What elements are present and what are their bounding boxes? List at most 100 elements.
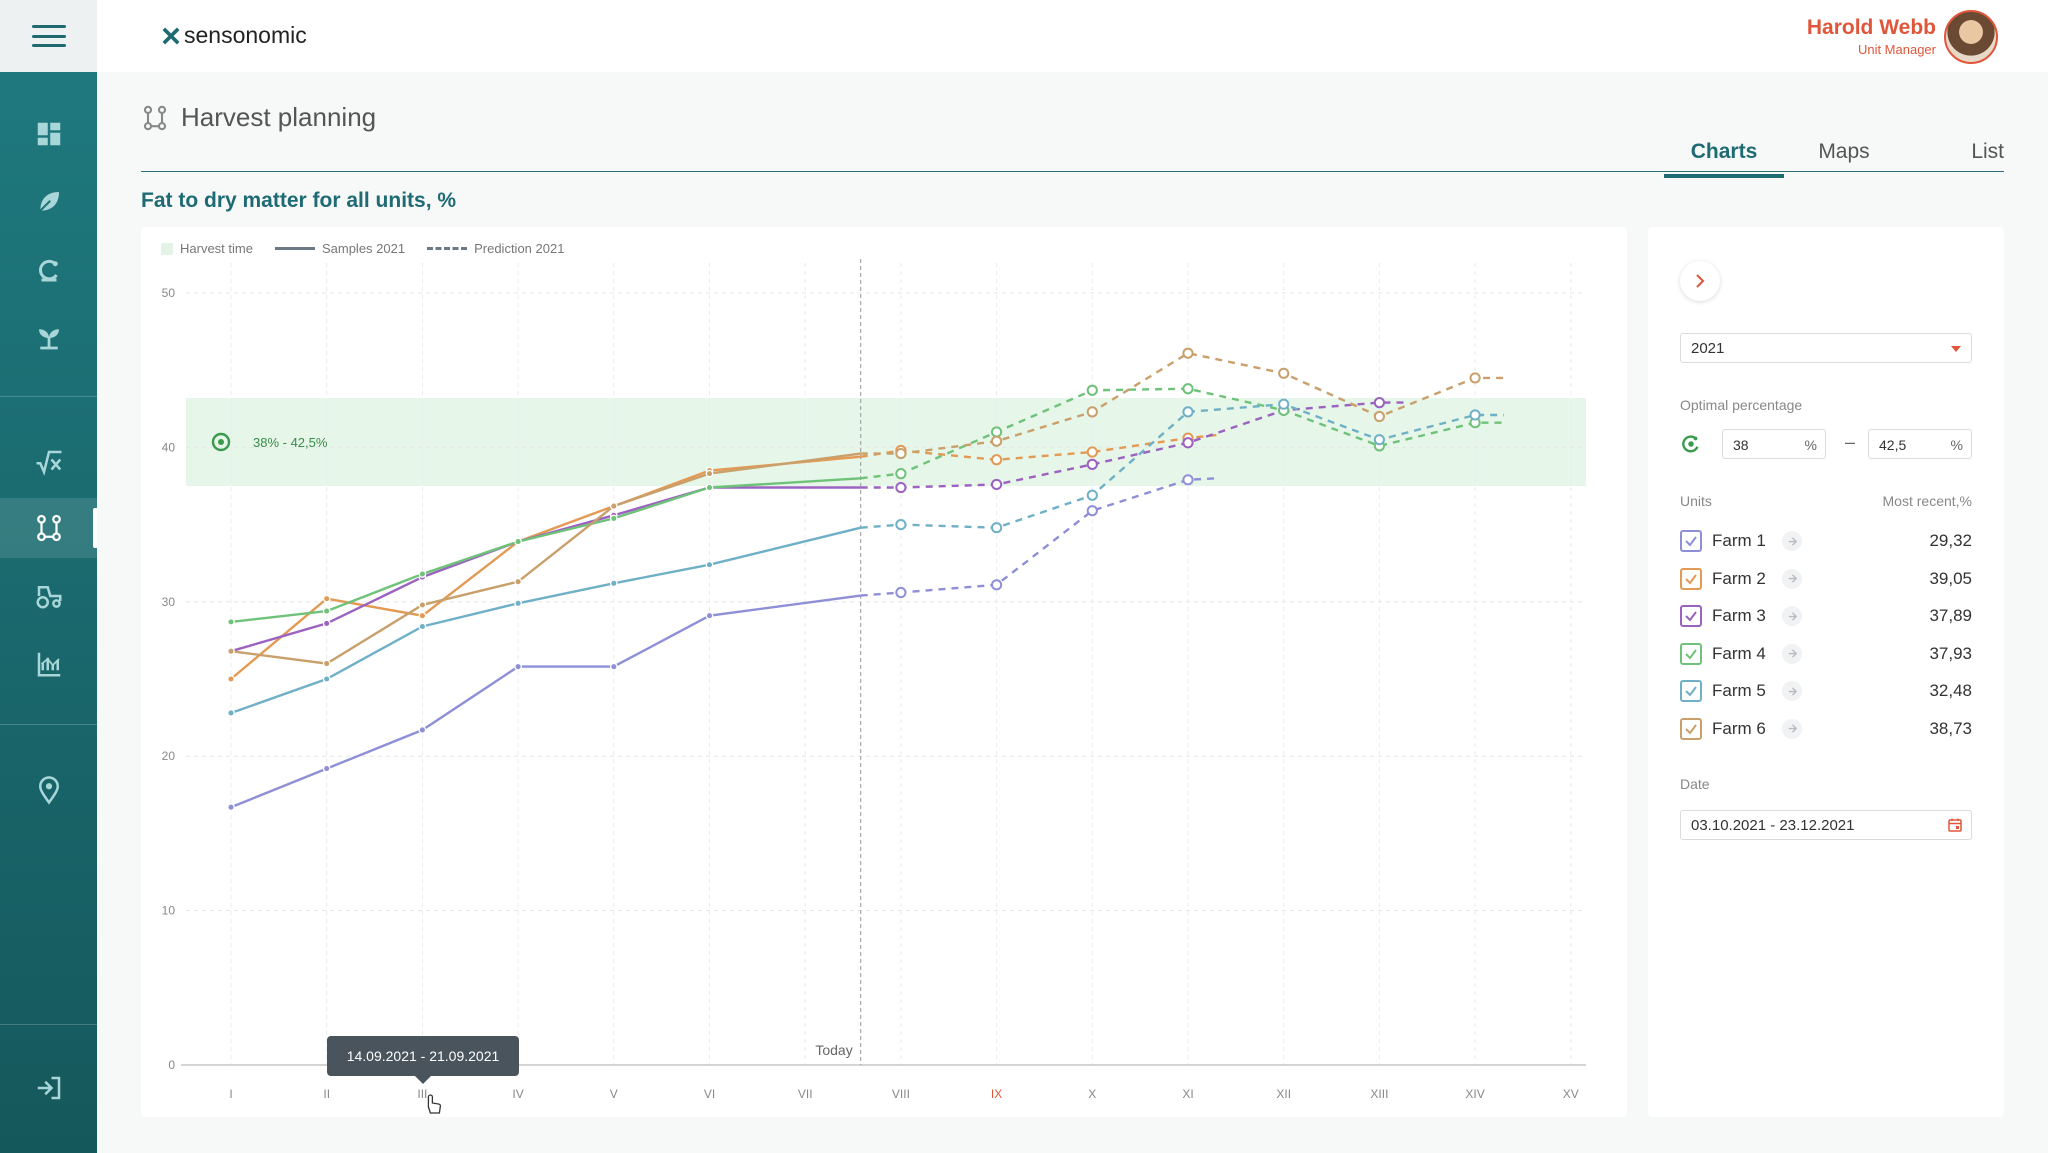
prediction-point[interactable] xyxy=(991,426,1003,438)
plant-icon[interactable] xyxy=(0,308,97,368)
prediction-point[interactable] xyxy=(1373,434,1386,446)
unit-checkbox[interactable] xyxy=(1680,605,1702,627)
formula-icon[interactable] xyxy=(0,432,97,492)
calendar-icon[interactable] xyxy=(1947,817,1963,833)
series-line-samples[interactable] xyxy=(230,455,861,680)
menu-icon[interactable] xyxy=(31,25,66,47)
sample-point[interactable] xyxy=(227,675,235,683)
prediction-point[interactable] xyxy=(1373,410,1386,423)
date-range-input[interactable]: 03.10.2021 - 23.12.2021 xyxy=(1680,810,1972,840)
legend-harvest[interactable]: Harvest time xyxy=(161,241,253,256)
leaf-icon[interactable] xyxy=(0,172,97,232)
prediction-point[interactable] xyxy=(1182,383,1194,395)
sample-point[interactable] xyxy=(705,483,714,492)
prediction-point[interactable] xyxy=(1086,489,1098,501)
sample-point[interactable] xyxy=(418,601,427,609)
tab-maps[interactable]: Maps xyxy=(1784,140,1904,178)
sample-point[interactable] xyxy=(227,647,235,656)
prediction-point[interactable] xyxy=(1373,397,1386,409)
arrow-right-icon[interactable] xyxy=(1782,643,1802,664)
prediction-point[interactable] xyxy=(1182,347,1194,359)
sample-point[interactable] xyxy=(227,709,235,717)
prediction-point[interactable] xyxy=(895,468,907,480)
sample-point[interactable] xyxy=(514,537,522,546)
prediction-point[interactable] xyxy=(991,579,1003,591)
prediction-point[interactable] xyxy=(991,454,1003,466)
prediction-point[interactable] xyxy=(1086,458,1098,470)
harvest-icon[interactable] xyxy=(0,240,97,300)
prediction-point[interactable] xyxy=(1086,406,1098,418)
arrow-right-icon[interactable] xyxy=(1782,718,1802,739)
sample-point[interactable] xyxy=(609,662,618,671)
prediction-point[interactable] xyxy=(991,478,1003,491)
arrow-right-icon[interactable] xyxy=(1782,681,1802,701)
location-icon[interactable] xyxy=(0,760,97,820)
sample-point[interactable] xyxy=(609,502,618,510)
sample-point[interactable] xyxy=(705,611,714,620)
prediction-point[interactable] xyxy=(1469,372,1481,384)
unit-row[interactable]: Farm 2 39,05 xyxy=(1680,565,1972,593)
arrow-right-icon[interactable] xyxy=(1782,531,1802,551)
sample-point[interactable] xyxy=(705,469,714,478)
sample-point[interactable] xyxy=(514,599,522,608)
user-name[interactable]: Harold Webb xyxy=(1807,16,1936,40)
sample-point[interactable] xyxy=(514,662,522,671)
optimal-min-input[interactable]: 38 % xyxy=(1722,429,1826,459)
sample-point[interactable] xyxy=(322,607,331,615)
sample-point[interactable] xyxy=(322,619,331,628)
dashboard-icon[interactable] xyxy=(0,104,97,164)
arrow-right-icon[interactable] xyxy=(1782,568,1802,589)
prediction-point[interactable] xyxy=(895,447,907,460)
prediction-point[interactable] xyxy=(895,586,907,599)
unit-row[interactable]: Farm 5 32,48 xyxy=(1680,677,1972,705)
unit-row[interactable]: Farm 1 29,32 xyxy=(1680,527,1972,555)
unit-row[interactable]: Farm 6 38,73 xyxy=(1680,715,1972,743)
sample-point[interactable] xyxy=(418,622,427,631)
harvest-planning-icon[interactable] xyxy=(0,498,97,558)
unit-checkbox[interactable] xyxy=(1680,642,1702,665)
prediction-point[interactable] xyxy=(1086,384,1098,396)
sample-point[interactable] xyxy=(322,659,331,668)
collapse-panel-button[interactable] xyxy=(1680,261,1720,301)
unit-row[interactable]: Farm 4 37,93 xyxy=(1680,640,1972,668)
unit-row[interactable]: Farm 3 37,89 xyxy=(1680,602,1972,630)
series-line-prediction[interactable] xyxy=(860,477,1217,597)
prediction-point[interactable] xyxy=(1086,446,1098,458)
prediction-point[interactable] xyxy=(895,481,907,494)
sample-point[interactable] xyxy=(514,577,522,586)
unit-checkbox[interactable] xyxy=(1680,567,1702,590)
sample-point[interactable] xyxy=(609,579,618,588)
unit-checkbox[interactable] xyxy=(1680,680,1702,702)
optimal-max-input[interactable]: 42,5 % xyxy=(1868,429,1972,459)
tab-list[interactable]: List xyxy=(1904,140,2004,178)
unit-checkbox[interactable] xyxy=(1680,530,1702,552)
logo[interactable]: sensonomic xyxy=(162,22,307,49)
arrow-right-icon[interactable] xyxy=(1782,606,1802,626)
prediction-point[interactable] xyxy=(1086,505,1098,517)
sample-point[interactable] xyxy=(322,764,331,773)
sample-point[interactable] xyxy=(418,726,427,734)
tractor-icon[interactable] xyxy=(0,566,97,626)
chart-svg[interactable]: 01020304050I II III IV V VI VII VIII IX X XI XII XII… xyxy=(141,227,1627,1117)
sample-point[interactable] xyxy=(322,675,331,683)
sample-point[interactable] xyxy=(705,560,714,569)
sample-point[interactable] xyxy=(227,618,235,626)
prediction-point[interactable] xyxy=(991,522,1003,534)
sample-point[interactable] xyxy=(322,594,331,603)
legend-samples[interactable]: Samples 2021 xyxy=(274,241,405,256)
avatar[interactable] xyxy=(1944,10,1998,64)
sample-point[interactable] xyxy=(609,514,618,523)
tab-charts[interactable]: Charts xyxy=(1664,140,1784,178)
prediction-point[interactable] xyxy=(895,519,907,531)
prediction-point[interactable] xyxy=(1469,409,1481,421)
sample-point[interactable] xyxy=(418,611,427,620)
analytics-icon[interactable] xyxy=(0,634,97,694)
year-select[interactable]: 2021 xyxy=(1680,333,1972,363)
sample-point[interactable] xyxy=(227,803,235,812)
prediction-point[interactable] xyxy=(1182,437,1194,449)
prediction-point[interactable] xyxy=(1182,474,1194,486)
legend-prediction[interactable]: Prediction 2021 xyxy=(427,241,564,256)
logout-icon[interactable] xyxy=(0,1058,97,1118)
series-line-samples[interactable] xyxy=(230,594,861,809)
sample-point[interactable] xyxy=(418,570,427,578)
